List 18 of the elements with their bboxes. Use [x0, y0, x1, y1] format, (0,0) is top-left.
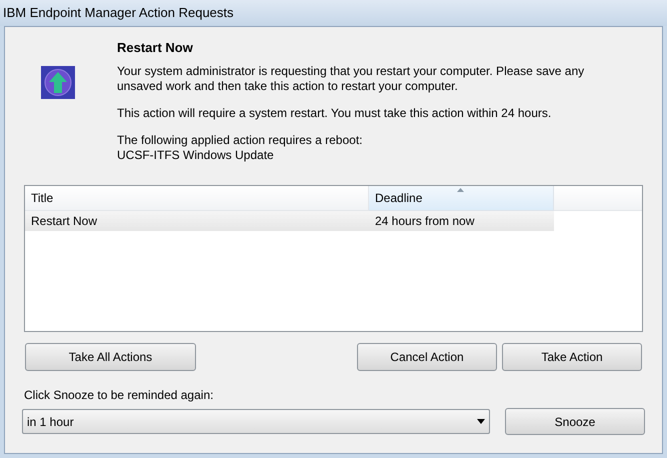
snooze-button[interactable]: Snooze [505, 408, 645, 435]
snooze-label: Click Snooze to be reminded again: [24, 388, 214, 403]
action-button[interactable]: Take Action [502, 343, 642, 371]
message-paragraph: Your system administrator is requesting that you restart your computer. Please save any unsaved work and then take this action to restart your computer. [117, 64, 586, 94]
action-heading: Restart Now [117, 39, 194, 56]
dropdown-caret-icon [477, 419, 485, 424]
message-paragraph: The following applied action requires a reboot: UCSF-ITFS Windows Update [117, 133, 364, 163]
window-title: IBM Endpoint Manager Action Requests [3, 4, 234, 22]
table-cell-text: Restart Now [30, 213, 98, 230]
table-cell-text: 24 hours from now [374, 213, 476, 230]
column-header[interactable]: Deadline [369, 186, 554, 211]
snooze-dropdown[interactable]: in 1 hour [22, 409, 490, 434]
action-button[interactable]: Take All Actions [25, 343, 196, 371]
message-paragraph: This action will require a system restart. You must take this action within 24 hours. [117, 106, 552, 121]
column-header[interactable]: Title [25, 186, 369, 211]
table-row[interactable]: Restart Now 24 hours from now [25, 211, 554, 231]
action-button[interactable]: Cancel Action [357, 343, 497, 371]
sort-arrow-icon [457, 188, 464, 192]
